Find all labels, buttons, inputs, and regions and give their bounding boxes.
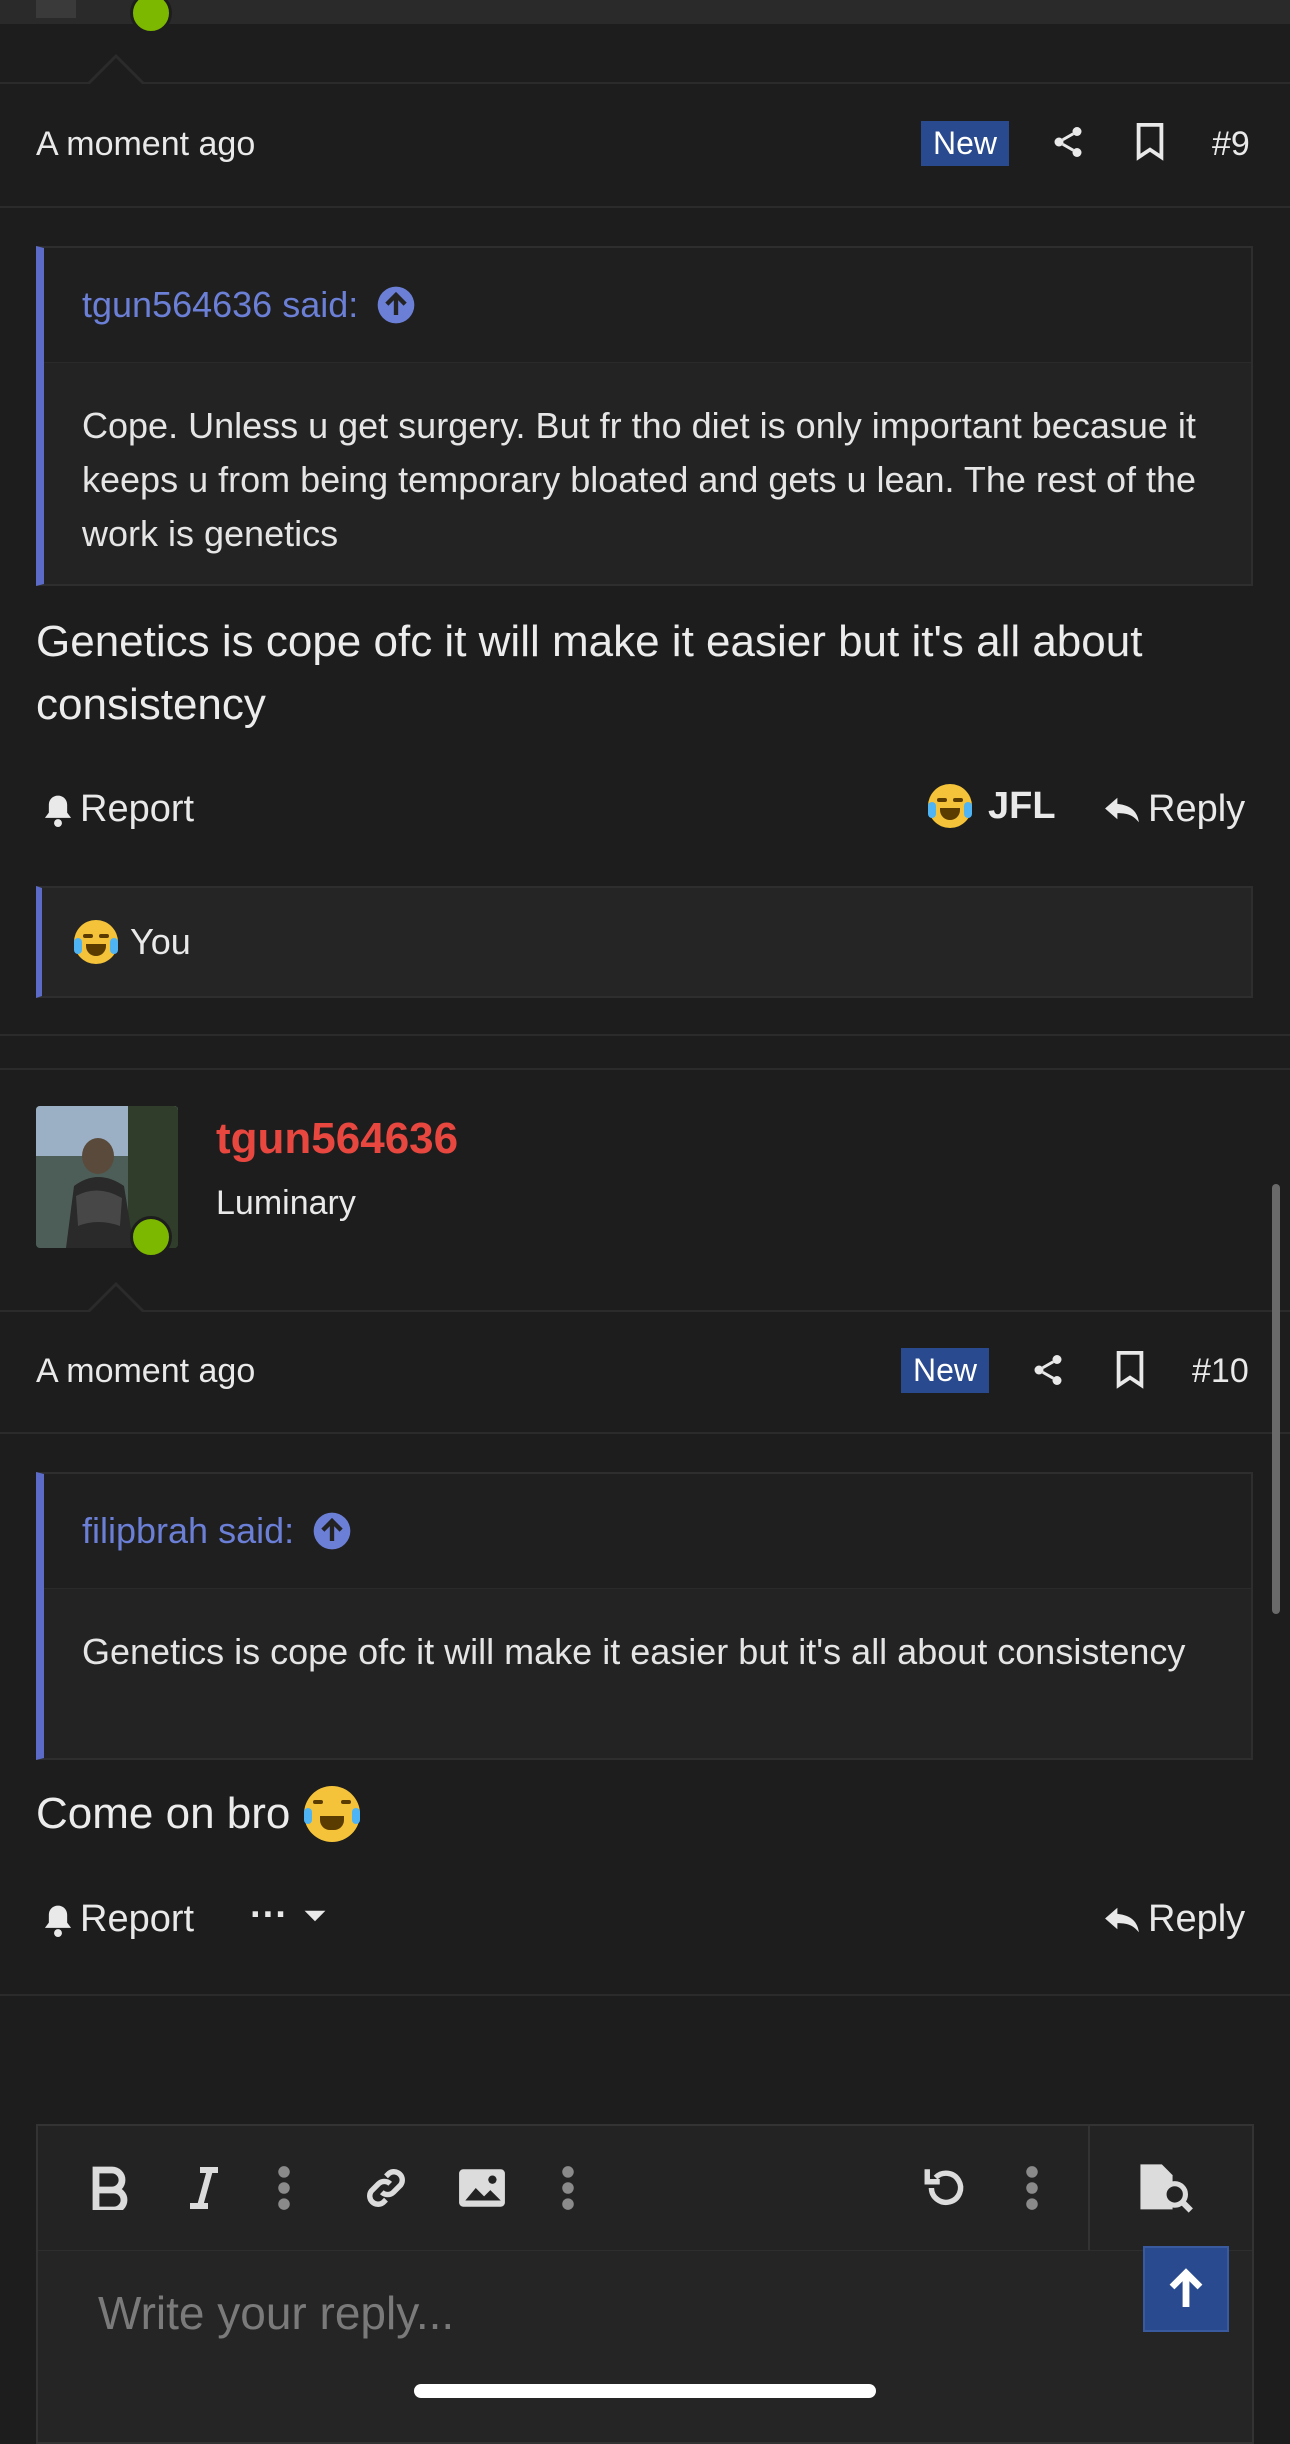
jump-to-quote-icon[interactable] bbox=[312, 1511, 352, 1551]
home-indicator[interactable] bbox=[414, 2384, 876, 2398]
quote-author[interactable]: tgun564636 said: bbox=[82, 284, 358, 326]
joy-emoji-icon bbox=[74, 920, 118, 964]
preview-icon[interactable] bbox=[1134, 2158, 1194, 2218]
joy-emoji-icon bbox=[304, 1785, 361, 1842]
chevron-down-icon bbox=[304, 1910, 326, 1921]
italic-icon[interactable] bbox=[174, 2158, 234, 2218]
username[interactable]: tgun564636 bbox=[216, 1114, 458, 1164]
post-body: Genetics is cope ofc it will make it eas… bbox=[36, 617, 1143, 729]
quote-block: filipbrah said: Genetics is cope ofc it … bbox=[36, 1472, 1253, 1760]
quote-header: filipbrah said: bbox=[44, 1474, 1251, 1589]
reaction-list[interactable]: You bbox=[36, 886, 1253, 998]
bookmark-icon[interactable] bbox=[1108, 1348, 1152, 1392]
scrollbar[interactable] bbox=[1272, 1184, 1280, 1614]
quote-header: tgun564636 said: bbox=[44, 248, 1251, 363]
reaction-button[interactable]: JFL bbox=[928, 784, 1056, 828]
bold-icon[interactable] bbox=[80, 2158, 140, 2218]
reply-icon bbox=[1105, 797, 1139, 822]
reply-input[interactable]: Write your reply... bbox=[98, 2286, 454, 2340]
divider bbox=[0, 1432, 1290, 1434]
more-vertical-icon[interactable] bbox=[538, 2158, 598, 2218]
post-timestamp[interactable]: A moment ago bbox=[36, 1352, 255, 1391]
link-icon[interactable] bbox=[356, 2158, 416, 2218]
divider-notch bbox=[90, 1286, 142, 1312]
quote-text: Genetics is cope ofc it will make it eas… bbox=[82, 1631, 1186, 1672]
quote-author[interactable]: filipbrah said: bbox=[82, 1510, 294, 1552]
post-body: Come on bro bbox=[36, 1782, 1256, 1845]
divider bbox=[0, 82, 1290, 84]
joy-emoji-icon bbox=[928, 784, 972, 828]
reply-button[interactable]: Reply bbox=[1102, 1898, 1245, 1941]
more-vertical-icon[interactable] bbox=[1002, 2158, 1062, 2218]
share-icon[interactable] bbox=[1026, 1348, 1070, 1392]
user-title: Luminary bbox=[216, 1184, 356, 1222]
share-icon[interactable] bbox=[1046, 120, 1090, 164]
more-vertical-icon[interactable] bbox=[254, 2158, 314, 2218]
online-status-dot bbox=[130, 1216, 172, 1258]
editor-toolbar bbox=[38, 2126, 1252, 2251]
post-body-text: Come on bro bbox=[36, 1789, 291, 1838]
bell-icon bbox=[44, 795, 72, 827]
reaction-users: You bbox=[130, 921, 191, 962]
divider bbox=[0, 1034, 1290, 1036]
scroll-to-top-button[interactable] bbox=[1143, 2246, 1229, 2332]
reaction-label: JFL bbox=[988, 784, 1056, 827]
report-button[interactable]: Report bbox=[42, 1898, 194, 1941]
toolbar-divider bbox=[1088, 2126, 1090, 2250]
reply-icon bbox=[1105, 1907, 1139, 1932]
post-timestamp[interactable]: A moment ago bbox=[36, 125, 255, 164]
divider-notch bbox=[90, 58, 142, 84]
undo-icon[interactable] bbox=[916, 2158, 976, 2218]
more-label: ··· bbox=[250, 1894, 288, 1936]
report-label: Report bbox=[80, 788, 195, 830]
bell-icon bbox=[44, 1905, 72, 1937]
divider bbox=[0, 206, 1290, 208]
bookmark-icon[interactable] bbox=[1128, 120, 1172, 164]
post-number[interactable]: #9 bbox=[1212, 125, 1250, 164]
reply-label: Reply bbox=[1148, 788, 1246, 830]
reply-button[interactable]: Reply bbox=[1102, 788, 1245, 831]
top-bar bbox=[0, 0, 1290, 24]
report-button[interactable]: Report bbox=[42, 788, 194, 831]
quote-block: tgun564636 said: Cope. Unless u get surg… bbox=[36, 246, 1253, 586]
image-icon[interactable] bbox=[452, 2158, 512, 2218]
more-actions-button[interactable]: ··· bbox=[250, 1894, 328, 1937]
post-number[interactable]: #10 bbox=[1192, 1352, 1249, 1391]
divider bbox=[0, 1994, 1290, 1996]
jump-to-quote-icon[interactable] bbox=[376, 285, 416, 325]
new-badge: New bbox=[901, 1348, 990, 1393]
divider bbox=[0, 1068, 1290, 1070]
avatar[interactable] bbox=[36, 0, 76, 18]
report-label: Report bbox=[80, 1898, 195, 1940]
arrow-up-icon bbox=[1169, 2268, 1203, 2307]
new-badge: New bbox=[921, 121, 1010, 166]
online-status-dot bbox=[130, 0, 172, 34]
quote-text: Cope. Unless u get surgery. But fr tho d… bbox=[82, 405, 1197, 554]
reply-label: Reply bbox=[1148, 1898, 1246, 1940]
divider bbox=[0, 1310, 1290, 1312]
